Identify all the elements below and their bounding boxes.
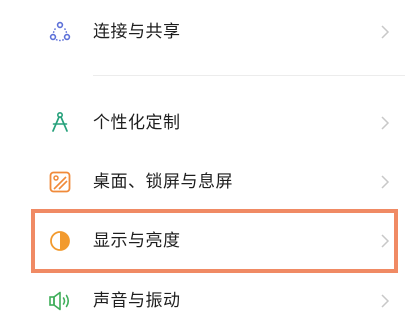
settings-item-label: 桌面、锁屏与息屏 (93, 172, 233, 192)
wallpaper-icon (47, 169, 73, 195)
connection-share-icon (47, 19, 73, 45)
settings-item-label: 连接与共享 (93, 22, 181, 42)
chevron-right-icon (379, 233, 391, 249)
section-divider (93, 75, 405, 76)
sound-vibration-icon (47, 288, 73, 314)
chevron-right-icon (379, 174, 391, 190)
settings-item-label: 声音与振动 (93, 291, 181, 311)
chevron-right-icon (379, 115, 391, 131)
chevron-right-icon (379, 24, 391, 40)
settings-item-display-brightness[interactable]: 显示与亮度 (0, 215, 405, 267)
brightness-icon (47, 228, 73, 254)
settings-item-label: 个性化定制 (93, 113, 181, 133)
settings-item-personalization[interactable]: 个性化定制 (0, 97, 405, 149)
settings-item-label: 显示与亮度 (93, 231, 181, 251)
chevron-right-icon (379, 293, 391, 309)
settings-item-connection-share[interactable]: 连接与共享 (0, 6, 405, 58)
compass-personalize-icon (47, 110, 73, 136)
settings-item-desktop-lockscreen[interactable]: 桌面、锁屏与息屏 (0, 156, 405, 208)
settings-item-sound-vibration[interactable]: 声音与振动 (0, 275, 405, 327)
